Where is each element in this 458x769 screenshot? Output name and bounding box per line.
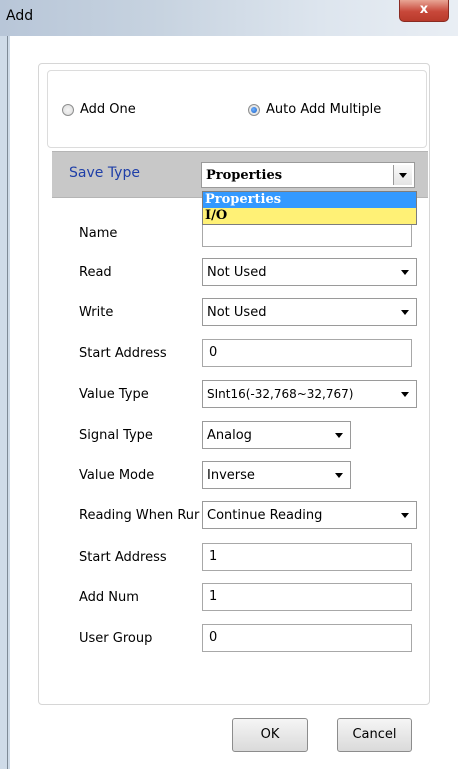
value-type-select[interactable]: SInt16(-32,768~32,767) [202, 380, 417, 408]
signal-type-label: Signal Type [79, 428, 153, 443]
signal-type-select[interactable]: Analog [202, 421, 351, 449]
value-mode-value: Inverse [207, 467, 255, 483]
name-label: Name [79, 226, 118, 241]
reading-when-run-value: Continue Reading [207, 507, 323, 523]
close-icon: x [419, 2, 429, 17]
value-mode-select[interactable]: Inverse [202, 461, 351, 489]
chevron-down-icon[interactable] [328, 422, 350, 448]
start-address-2-input[interactable]: 1 [202, 543, 412, 571]
radio-add-one-label: Add One [80, 102, 136, 117]
save-type-value: Properties [206, 167, 283, 183]
radio-auto-add-multiple-indicator[interactable] [248, 103, 260, 116]
value-type-value: SInt16(-32,768~32,767) [207, 387, 354, 401]
save-type-option-io[interactable]: I/O [203, 208, 416, 224]
write-label: Write [79, 305, 114, 320]
user-group-label: User Group [79, 631, 153, 646]
radio-add-one-indicator[interactable] [62, 103, 74, 116]
write-value: Not Used [207, 304, 267, 320]
save-type-option-properties[interactable]: Properties [203, 192, 416, 208]
add-num-label: Add Num [79, 590, 139, 605]
save-type-label: Save Type [69, 165, 140, 181]
title-bar: Add x [0, 0, 458, 36]
save-type-dropdown: Properties I/O [202, 191, 417, 225]
read-label: Read [79, 265, 112, 280]
window-frame [0, 36, 10, 769]
user-group-input[interactable]: 0 [202, 624, 412, 652]
signal-type-value: Analog [207, 427, 252, 443]
value-type-label: Value Type [79, 387, 149, 402]
save-type-select[interactable]: Properties [201, 162, 415, 188]
reading-when-run-label: Reading When Rur [79, 508, 200, 523]
chevron-down-icon[interactable] [394, 381, 416, 407]
start-address-label: Start Address [79, 346, 167, 361]
chevron-down-icon[interactable] [394, 259, 416, 285]
write-select[interactable]: Not Used [202, 298, 417, 326]
radio-auto-add-multiple-label: Auto Add Multiple [266, 102, 382, 117]
chevron-down-icon[interactable] [394, 502, 416, 528]
chevron-down-icon[interactable] [328, 462, 350, 488]
reading-when-run-select[interactable]: Continue Reading [202, 501, 417, 529]
ok-button[interactable]: OK [232, 718, 308, 752]
chevron-down-icon[interactable] [394, 299, 416, 325]
radio-add-one[interactable]: Add One [62, 102, 136, 117]
add-num-input[interactable]: 1 [202, 583, 412, 611]
chevron-down-icon[interactable] [393, 165, 412, 185]
start-address-input[interactable]: 0 [202, 339, 412, 367]
window-title: Add [6, 8, 34, 24]
start-address-2-label: Start Address [79, 550, 167, 565]
cancel-button[interactable]: Cancel [337, 718, 412, 752]
radio-auto-add-multiple[interactable]: Auto Add Multiple [248, 102, 381, 117]
read-select[interactable]: Not Used [202, 258, 417, 286]
value-mode-label: Value Mode [79, 468, 155, 483]
read-value: Not Used [207, 264, 267, 280]
close-button[interactable]: x [399, 0, 449, 22]
